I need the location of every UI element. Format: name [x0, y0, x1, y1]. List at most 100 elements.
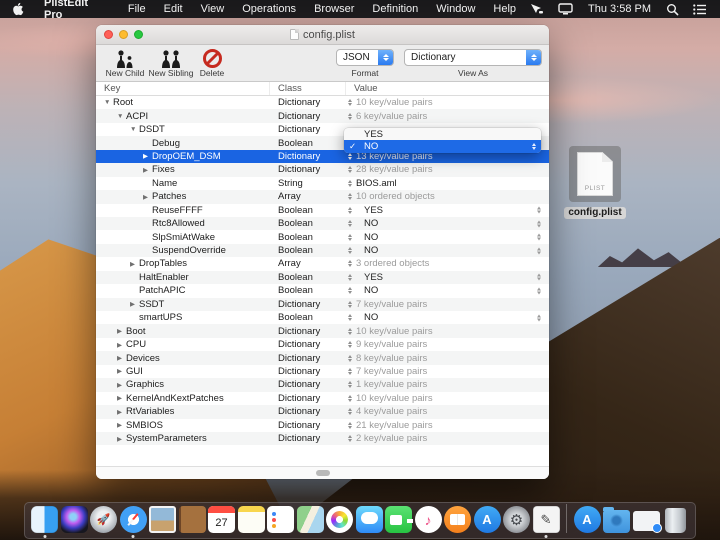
value-text[interactable]: NO	[356, 312, 378, 323]
value-text[interactable]: NO	[356, 285, 378, 296]
disclosure-triangle-icon[interactable]: ▶	[117, 354, 126, 362]
horizontal-scrollbar[interactable]	[96, 466, 549, 479]
plist-row-Name[interactable]: Name String BIOS.aml	[96, 177, 549, 190]
desktop-file-config-plist[interactable]: PLIST config.plist	[564, 146, 626, 220]
plist-row-ReuseFFFF[interactable]: ReuseFFFF Boolean YES	[96, 204, 549, 217]
menu-app-name[interactable]: PlistEdit Pro	[34, 0, 119, 21]
disclosure-triangle-icon[interactable]: ▶	[117, 381, 126, 389]
key-cell[interactable]: smartUPS	[96, 311, 270, 324]
key-cell[interactable]: ▶ Boot	[96, 324, 270, 337]
value-cell[interactable]: 6 key/value pairs	[346, 109, 549, 122]
dock-item-itunes[interactable]: ♪	[414, 506, 442, 533]
dock-item-reminders[interactable]	[267, 506, 294, 533]
value-text[interactable]: 10 key/value pairs	[356, 326, 433, 337]
dock-item-safari[interactable]	[119, 506, 147, 538]
dock-item-app-store[interactable]: A	[473, 506, 501, 533]
menu-definition[interactable]: Definition	[363, 3, 427, 15]
key-cell[interactable]: ▼ ACPI	[96, 109, 270, 122]
plist-row-DropTables[interactable]: ▶ DropTables Array 3 ordered objects	[96, 257, 549, 270]
plist-row-SMBIOS[interactable]: ▶ SMBIOS Dictionary 21 key/value pairs	[96, 419, 549, 432]
dock-item-preview[interactable]	[149, 506, 176, 533]
plist-row-Devices[interactable]: ▶ Devices Dictionary 8 key/value pairs	[96, 351, 549, 365]
value-cell[interactable]: 7 key/value pairs	[346, 298, 549, 311]
format-select[interactable]: JSON	[336, 49, 394, 66]
key-cell[interactable]: ▶ DropTables	[96, 257, 270, 270]
value-cell[interactable]: NO	[346, 230, 549, 243]
value-stepper-icon[interactable]	[537, 220, 541, 228]
plist-row-Graphics[interactable]: ▶ Graphics Dictionary 1 key/value pairs	[96, 378, 549, 392]
plist-row-SystemParameters[interactable]: ▶ SystemParameters Dictionary 2 key/value p…	[96, 431, 549, 446]
dock-item-notes[interactable]	[237, 506, 265, 533]
class-cell[interactable]: Dictionary	[270, 109, 346, 122]
plist-row-PatchAPIC[interactable]: PatchAPIC Boolean NO	[96, 284, 549, 297]
dock-item-photos[interactable]	[326, 506, 353, 533]
menu-file[interactable]: File	[119, 3, 155, 15]
value-cell[interactable]: YES	[346, 204, 549, 217]
key-cell[interactable]: Debug	[96, 136, 270, 149]
column-header-class[interactable]: Class	[270, 82, 346, 95]
plist-row-smartUPS[interactable]: smartUPS Boolean NO	[96, 311, 549, 324]
pointer-tool-icon[interactable]	[525, 0, 549, 18]
key-cell[interactable]: ▶ SMBIOS	[96, 419, 270, 432]
value-cell[interactable]: NO	[346, 217, 549, 230]
class-cell[interactable]: Dictionary	[270, 150, 346, 163]
key-cell[interactable]: ▶ SSDT	[96, 298, 270, 311]
value-stepper-icon[interactable]	[537, 273, 541, 281]
dock-item-maps[interactable]	[296, 506, 324, 533]
value-cell[interactable]: 8 key/value pairs	[346, 351, 549, 364]
value-text[interactable]: 7 key/value pairs	[356, 299, 427, 310]
class-cell[interactable]: Array	[270, 257, 346, 270]
value-cell[interactable]: 2 key/value pairs	[346, 432, 549, 445]
key-cell[interactable]: ▼ DSDT	[96, 123, 270, 136]
class-cell[interactable]: Dictionary	[270, 163, 346, 176]
key-cell[interactable]: Name	[96, 177, 270, 190]
value-text[interactable]: 6 key/value pairs	[356, 111, 427, 122]
value-text[interactable]: 2 key/value pairs	[356, 433, 427, 444]
value-cell[interactable]: 10 key/value pairs	[346, 96, 549, 109]
disclosure-triangle-icon[interactable]: ▶	[143, 166, 152, 174]
class-cell[interactable]: Dictionary	[270, 378, 346, 391]
key-cell[interactable]: ▼ Root	[96, 96, 270, 109]
value-cell[interactable]: NO	[346, 244, 549, 257]
plist-row-SSDT[interactable]: ▶ SSDT Dictionary 7 key/value pairs	[96, 297, 549, 311]
key-cell[interactable]: ▶ Devices	[96, 351, 270, 364]
scrollbar-thumb[interactable]	[315, 470, 330, 476]
title-bar[interactable]: config.plist	[96, 25, 549, 45]
class-cell[interactable]: Boolean	[270, 230, 346, 243]
plist-row-HaltEnabler[interactable]: HaltEnabler Boolean YES	[96, 270, 549, 285]
disclosure-triangle-icon[interactable]: ▼	[117, 113, 126, 120]
class-cell[interactable]: Dictionary	[270, 324, 346, 337]
plist-row-Root[interactable]: ▼ Root Dictionary 10 key/value pairs	[96, 96, 549, 109]
dock-item-contacts[interactable]	[178, 506, 206, 533]
value-text[interactable]: 10 ordered objects	[356, 191, 435, 202]
plist-row-SuspendOverride[interactable]: SuspendOverride Boolean NO	[96, 243, 549, 258]
dock-item-launchpad[interactable]: 🚀	[90, 506, 117, 533]
class-cell[interactable]: Dictionary	[270, 392, 346, 405]
disclosure-triangle-icon[interactable]: ▶	[143, 152, 152, 160]
dock-item-calendar[interactable]: 27	[208, 506, 235, 533]
value-cell[interactable]: 1 key/value pairs	[346, 378, 549, 391]
key-cell[interactable]: ▶ Fixes	[96, 163, 270, 176]
key-cell[interactable]: HaltEnabler	[96, 271, 270, 284]
class-cell[interactable]: Dictionary	[270, 298, 346, 311]
dock-item-downloads-folder[interactable]	[603, 506, 630, 533]
disclosure-triangle-icon[interactable]: ▶	[117, 341, 126, 349]
plist-row-Rtc8Allowed[interactable]: Rtc8Allowed Boolean NO	[96, 216, 549, 231]
dock-item-system-preferences[interactable]: ⚙	[503, 506, 530, 533]
key-cell[interactable]: ▶ DropOEM_DSM	[96, 150, 270, 163]
dock-item-finder[interactable]	[31, 506, 58, 538]
value-text[interactable]: 10 key/value pairs	[356, 393, 433, 404]
class-cell[interactable]: String	[270, 177, 346, 190]
class-cell[interactable]: Dictionary	[270, 432, 346, 445]
value-text[interactable]: 21 key/value pairs	[356, 420, 433, 431]
plist-row-SlpSmiAtWake[interactable]: SlpSmiAtWake Boolean NO	[96, 230, 549, 243]
class-cell[interactable]: Dictionary	[270, 351, 346, 364]
dock-item-books[interactable]	[444, 506, 471, 533]
class-cell[interactable]: Boolean	[270, 244, 346, 257]
value-cell[interactable]: 9 key/value pairs	[346, 338, 549, 351]
value-text[interactable]: NO	[356, 218, 378, 229]
class-cell[interactable]: Dictionary	[270, 338, 346, 351]
value-stepper-icon[interactable]	[537, 287, 541, 295]
class-cell[interactable]: Dictionary	[270, 96, 346, 109]
value-text[interactable]: 4 key/value pairs	[356, 406, 427, 417]
